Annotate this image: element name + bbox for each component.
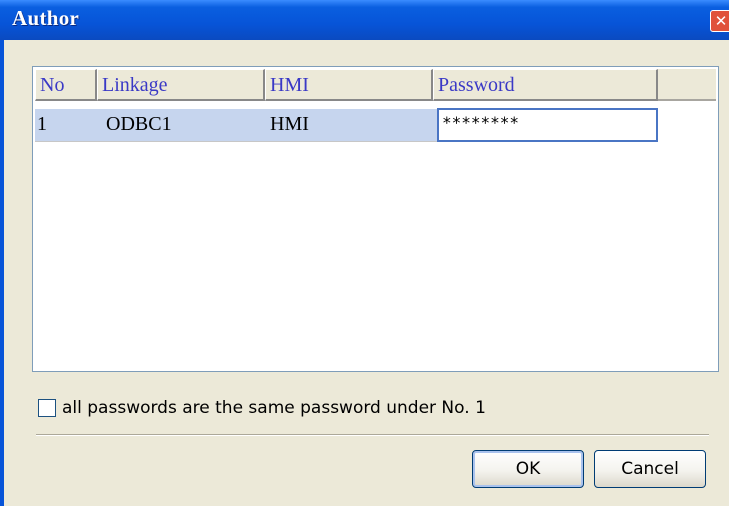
same-password-label[interactable]: all passwords are the same password unde…	[62, 396, 486, 420]
divider-highlight	[36, 435, 709, 436]
title-bar: Author ✕	[0, 0, 729, 40]
column-header-no[interactable]: No	[35, 69, 97, 101]
same-password-checkbox[interactable]	[38, 399, 56, 417]
window-title: Author	[12, 6, 80, 30]
window-border	[0, 40, 4, 506]
close-icon: ✕	[714, 12, 728, 30]
cancel-button[interactable]: Cancel	[594, 450, 706, 488]
cell-no[interactable]: 1	[37, 109, 87, 141]
cell-hmi[interactable]: HMI	[270, 109, 420, 141]
column-header-linkage[interactable]: Linkage	[97, 69, 265, 101]
close-button[interactable]: ✕	[710, 10, 729, 32]
column-header-hmi[interactable]: HMI	[265, 69, 433, 101]
password-input[interactable]: ********	[437, 108, 658, 142]
row-divider	[35, 141, 439, 142]
ok-button[interactable]: OK	[472, 450, 584, 488]
linkage-table: No Linkage HMI Password 1 ODBC1 HMI ****…	[32, 66, 719, 372]
header-filler	[658, 69, 716, 101]
column-header-password[interactable]: Password	[433, 69, 658, 101]
cell-linkage[interactable]: ODBC1	[106, 109, 256, 141]
